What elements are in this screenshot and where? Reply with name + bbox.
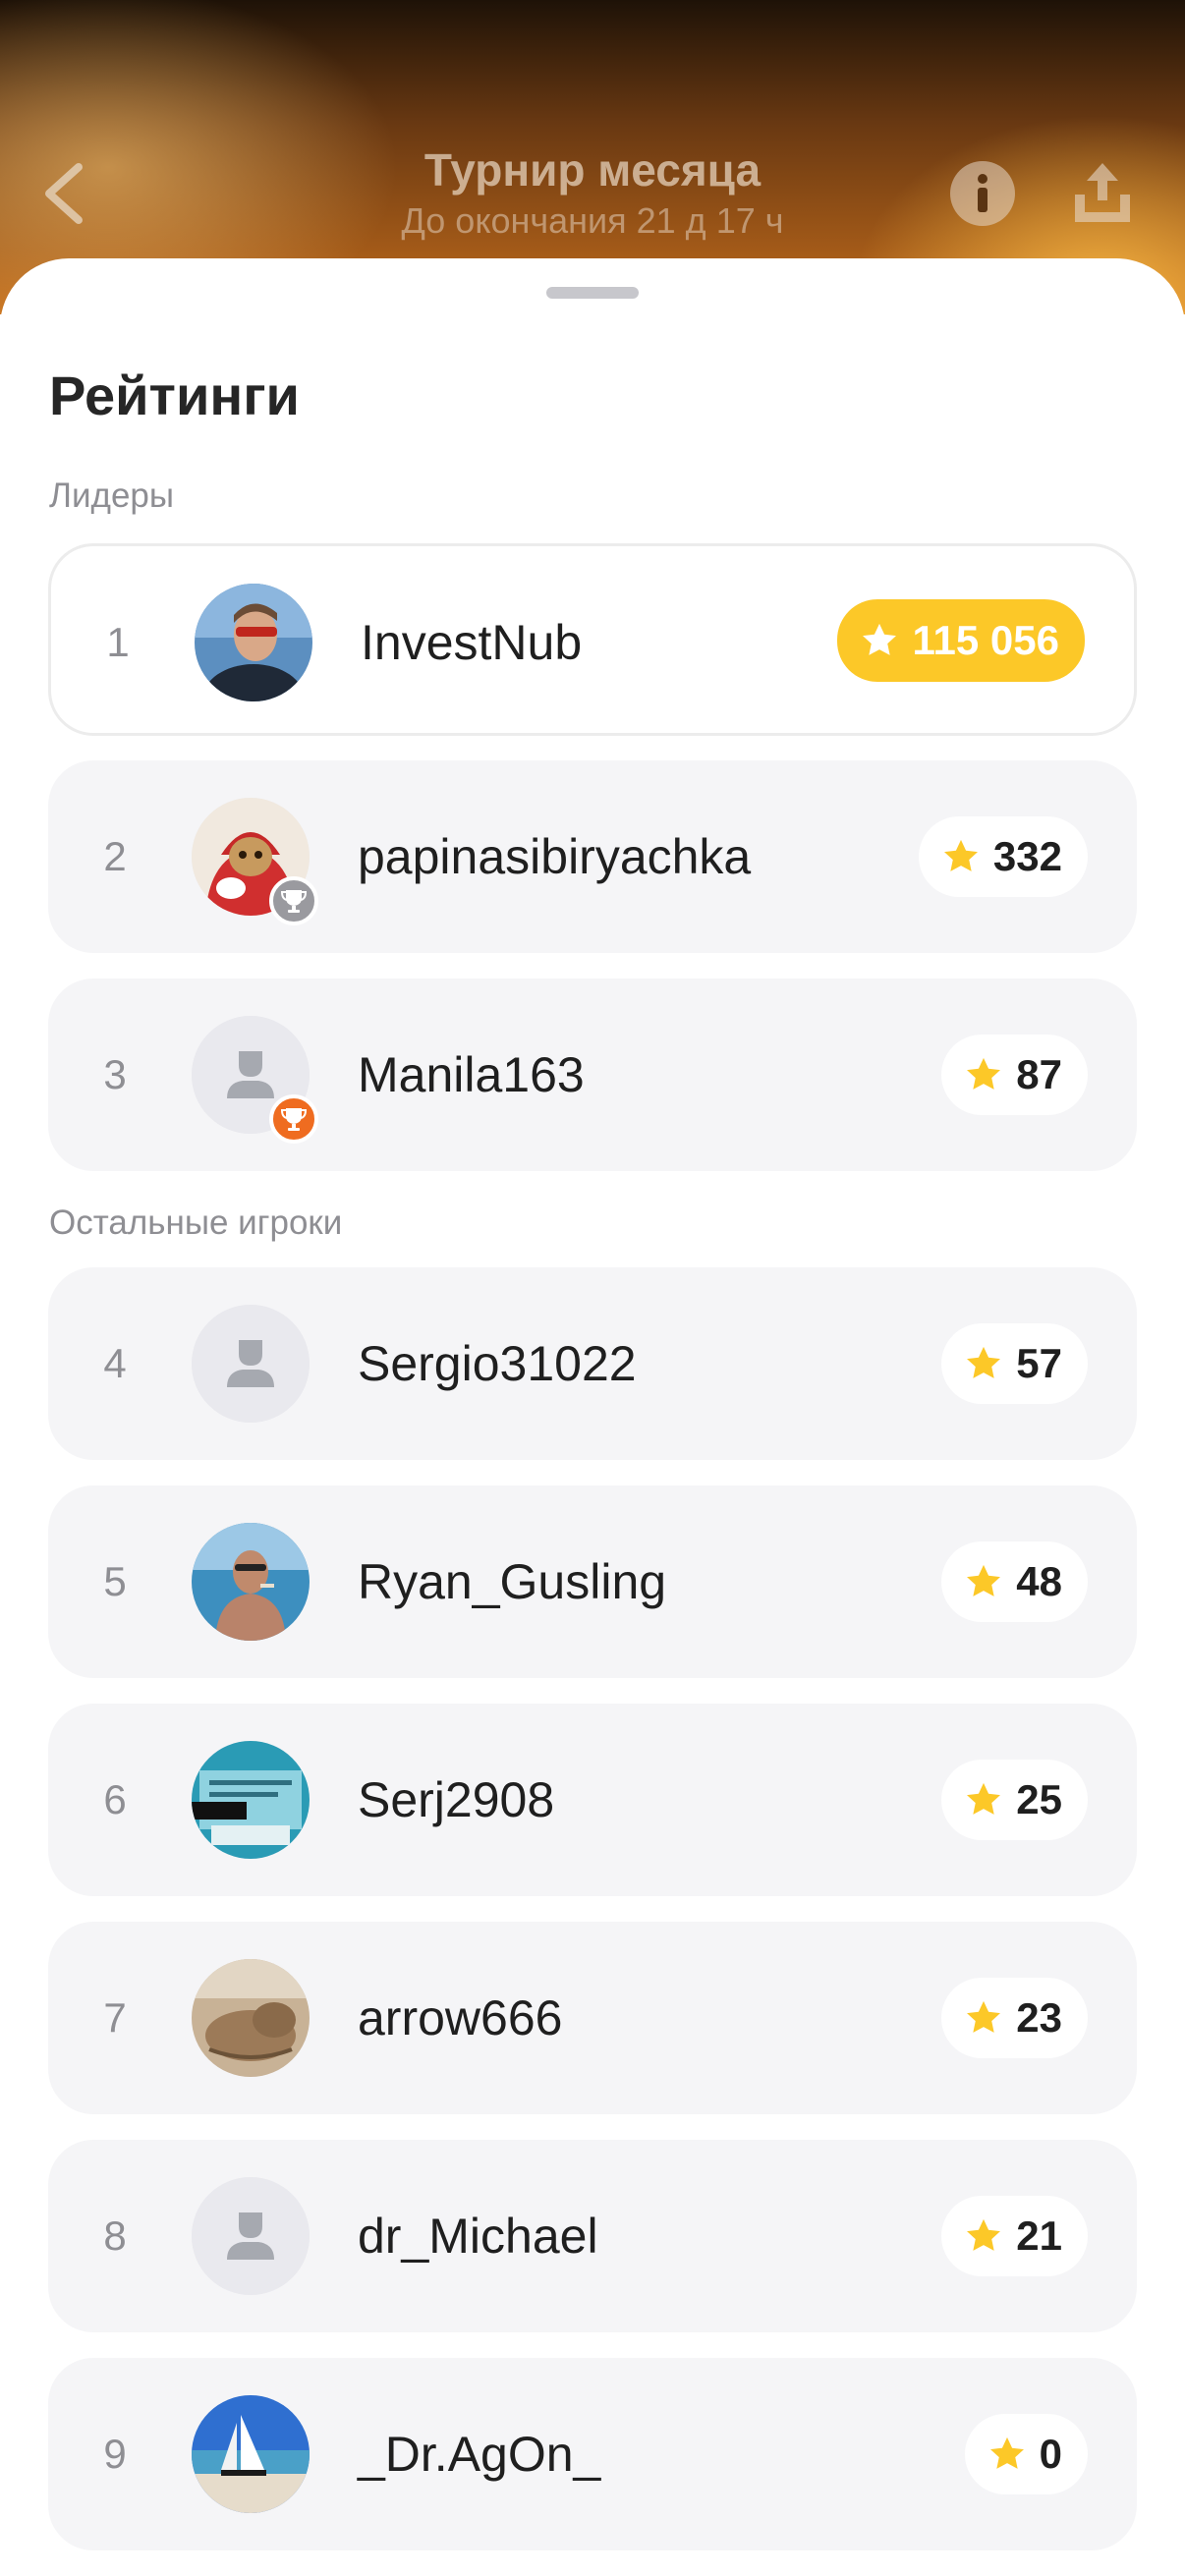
player-name: Ryan_Gusling [358, 1554, 667, 1609]
score-badge: 57 [941, 1323, 1088, 1404]
ratings-sheet: Рейтинги Лидеры Остальные игроки 1 Inves… [0, 258, 1185, 2576]
player-name: _Dr.AgOn_ [358, 2427, 601, 2482]
star-icon [963, 1054, 1004, 1095]
score-value: 87 [1016, 1051, 1062, 1097]
star-icon [963, 1343, 1004, 1384]
score-badge: 0 [964, 2414, 1088, 2494]
star-icon [940, 836, 982, 877]
leaderboard-row[interactable]: 7 arrow666 23 [48, 1922, 1137, 2114]
rank-number: 9 [103, 2431, 127, 2477]
player-name: Manila163 [358, 1047, 585, 1102]
player-name: papinasibiryachka [358, 829, 752, 884]
sheet-drag-handle[interactable] [546, 287, 639, 299]
rank-number: 5 [103, 1558, 127, 1604]
avatar [192, 1741, 310, 1859]
score-value: 332 [992, 833, 1062, 879]
leaders-section-label: Лидеры [49, 476, 175, 515]
star-icon [963, 1997, 1004, 2039]
score-value: 0 [1039, 2431, 1062, 2477]
score-value: 115 056 [912, 617, 1059, 663]
avatar [192, 1959, 310, 2077]
leaderboard-row[interactable]: 6 Serj2908 25 [48, 1704, 1137, 1896]
leaderboard-row[interactable]: 8 dr_Michael 21 [48, 2140, 1137, 2332]
score-badge: 115 056 [837, 599, 1085, 682]
avatar [192, 1523, 310, 1641]
star-icon [987, 2434, 1028, 2475]
info-icon [950, 161, 1015, 226]
sheet-title: Рейтинги [49, 364, 300, 426]
leaderboard-row[interactable]: 2 papinasibiryachka 332 [48, 760, 1137, 953]
avatar [195, 584, 312, 701]
rank-number: 7 [103, 1994, 127, 2041]
avatar [192, 2395, 310, 2513]
score-badge: 332 [918, 816, 1088, 897]
default-user-icon [192, 1305, 310, 1423]
rank-number: 8 [103, 2212, 127, 2259]
rank-number: 4 [103, 1340, 127, 1386]
player-name: Sergio31022 [358, 1336, 637, 1391]
score-badge: 25 [941, 1760, 1088, 1840]
leaderboard-row[interactable]: 1 InvestNub 115 056 [48, 543, 1137, 736]
player-name: arrow666 [358, 1990, 563, 2045]
score-value: 25 [1016, 1776, 1062, 1822]
avatar [192, 1305, 310, 1423]
share-icon [1075, 163, 1130, 222]
rank-number: 3 [103, 1051, 127, 1097]
share-button[interactable] [1069, 157, 1136, 228]
player-name: InvestNub [361, 615, 583, 670]
rank-number: 2 [103, 833, 127, 879]
others-section-label: Остальные игроки [49, 1204, 343, 1242]
score-value: 21 [1016, 2212, 1062, 2259]
star-icon [963, 1779, 1004, 1820]
player-name: dr_Michael [358, 2209, 598, 2264]
leaderboard-row[interactable]: 3 Manila163 87 [48, 979, 1137, 1171]
score-value: 57 [1016, 1340, 1062, 1386]
score-badge: 23 [941, 1978, 1088, 2058]
leaderboard-row[interactable]: 4 Sergio31022 57 [48, 1267, 1137, 1460]
star-icon [963, 1561, 1004, 1602]
info-button[interactable] [950, 161, 1015, 226]
avatar [192, 2177, 310, 2295]
score-value: 23 [1016, 1994, 1062, 2041]
leaderboard-row[interactable]: 5 Ryan_Gusling 48 [48, 1485, 1137, 1678]
leaderboard-row[interactable]: 9 _Dr.AgOn_ 0 [48, 2358, 1137, 2550]
star-icon [859, 620, 900, 661]
bronze-trophy-icon [269, 1094, 318, 1144]
rank-number: 6 [103, 1776, 127, 1822]
score-badge: 21 [941, 2196, 1088, 2276]
score-badge: 48 [941, 1541, 1088, 1622]
score-value: 48 [1016, 1558, 1062, 1604]
default-user-icon [192, 2177, 310, 2295]
score-badge: 87 [941, 1035, 1088, 1115]
silver-trophy-icon [269, 876, 318, 925]
player-name: Serj2908 [358, 1772, 555, 1827]
rank-number: 1 [106, 619, 130, 665]
star-icon [963, 2215, 1004, 2257]
